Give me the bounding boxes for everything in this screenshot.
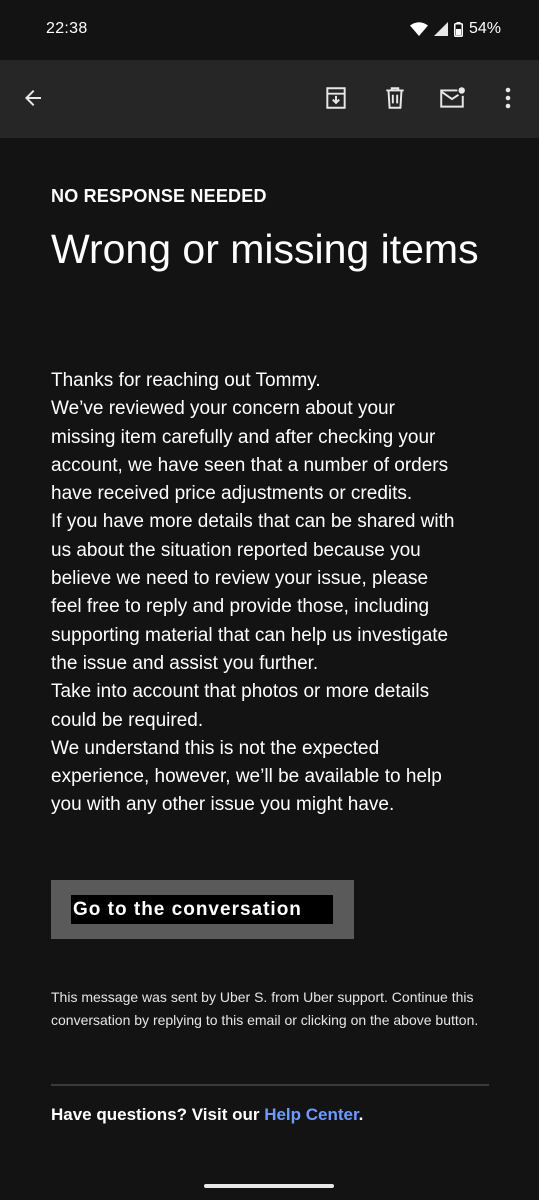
message-body: Thanks for reaching out Tommy. We’ve rev… <box>51 367 501 820</box>
body-line: us about the situation reported because … <box>51 539 421 561</box>
body-line: believe we need to review your issue, pl… <box>51 568 429 590</box>
email-body: NO RESPONSE NEEDED Wrong or missing item… <box>0 138 539 1200</box>
body-line: have received price adjustments or credi… <box>51 483 413 505</box>
body-line: If you have more details that can be sha… <box>51 511 455 533</box>
archive-icon <box>323 85 349 111</box>
more-options-button[interactable] <box>490 80 526 116</box>
back-button[interactable] <box>15 80 51 116</box>
help-center-link[interactable]: Help Center <box>264 1105 358 1124</box>
email-title: Wrong or missing items <box>51 226 479 272</box>
body-line: We understand this is not the expected <box>51 737 380 759</box>
go-to-conversation-label: Go to the conversation <box>71 895 333 924</box>
questions-prefix: Have questions? Visit our <box>51 1105 265 1124</box>
mark-unread-icon <box>438 85 466 111</box>
body-line: the issue and assist you further. <box>51 652 319 674</box>
body-line: Take into account that photos or more de… <box>51 681 430 703</box>
delete-icon <box>382 85 408 111</box>
body-line: feel free to reply and provide those, in… <box>51 596 430 618</box>
questions-suffix: . <box>358 1105 364 1124</box>
email-toolbar <box>0 60 539 138</box>
body-line: account, we have seen that a number of o… <box>51 454 449 476</box>
body-line: could be required. <box>51 709 204 731</box>
divider <box>51 1084 489 1086</box>
status-bar: 22:38 54% <box>0 0 539 60</box>
back-arrow-icon <box>21 86 45 110</box>
go-to-conversation-button[interactable]: Go to the conversation <box>51 880 354 939</box>
status-icons: 54% <box>409 20 501 38</box>
signal-icon <box>433 22 448 36</box>
eyebrow-label: NO RESPONSE NEEDED <box>51 186 267 206</box>
home-indicator[interactable] <box>204 1184 334 1188</box>
more-vert-icon <box>504 87 512 109</box>
body-line: experience, however, we’ll be available … <box>51 766 442 788</box>
battery-icon <box>453 21 463 37</box>
archive-button[interactable] <box>318 80 354 116</box>
footer-note: This message was sent by Uber S. from Ub… <box>51 989 479 1028</box>
body-line: you with any other issue you might have. <box>51 794 395 816</box>
body-line: missing item carefully and after checkin… <box>51 426 436 448</box>
wifi-icon <box>409 22 428 36</box>
delete-button[interactable] <box>377 80 413 116</box>
status-time: 22:38 <box>46 20 88 37</box>
battery-percent: 54% <box>468 20 501 37</box>
body-line: supporting material that can help us inv… <box>51 624 449 646</box>
body-line: We’ve reviewed your concern about your <box>51 398 395 420</box>
help-center-line: Have questions? Visit our Help Center. <box>51 1105 363 1125</box>
body-line: Thanks for reaching out Tommy. <box>51 370 321 391</box>
mark-unread-button[interactable] <box>434 80 470 116</box>
